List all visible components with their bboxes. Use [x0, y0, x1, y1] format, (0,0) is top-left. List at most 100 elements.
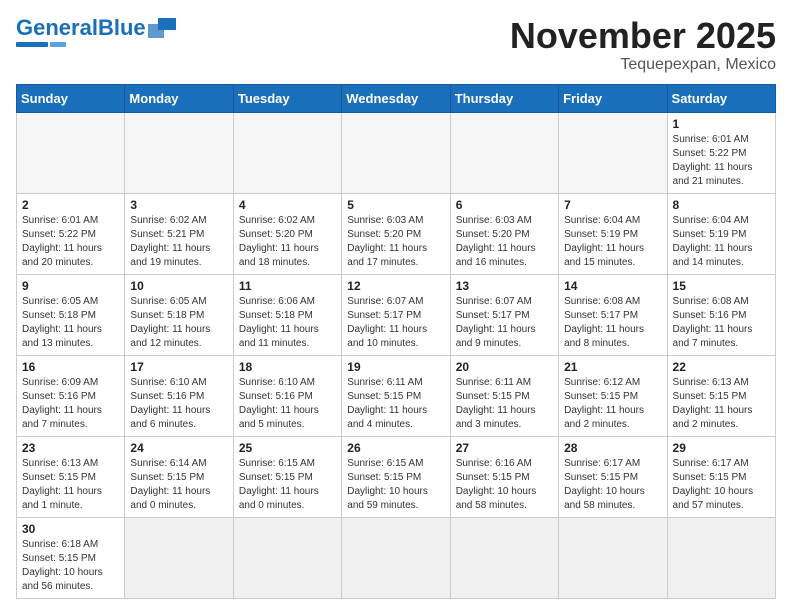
day-info: Sunrise: 6:12 AM Sunset: 5:15 PM Dayligh…	[564, 376, 661, 432]
day-number: 17	[130, 360, 227, 374]
location: Tequepexpan, Mexico	[510, 56, 776, 74]
calendar-cell	[559, 517, 667, 598]
day-info: Sunrise: 6:04 AM Sunset: 5:19 PM Dayligh…	[673, 214, 770, 270]
day-info: Sunrise: 6:15 AM Sunset: 5:15 PM Dayligh…	[239, 457, 336, 513]
calendar-cell: 5Sunrise: 6:03 AM Sunset: 5:20 PM Daylig…	[342, 193, 450, 274]
calendar-cell	[233, 112, 341, 193]
calendar-cell: 1 Sunrise: 6:01 AM Sunset: 5:22 PM Daylig…	[667, 112, 775, 193]
calendar-cell: 18Sunrise: 6:10 AM Sunset: 5:16 PM Dayli…	[233, 355, 341, 436]
day-info: Sunrise: 6:01 AM Sunset: 5:22 PM Dayligh…	[673, 133, 770, 189]
day-number: 3	[130, 198, 227, 212]
day-number: 28	[564, 441, 661, 455]
day-info: Sunrise: 6:17 AM Sunset: 5:15 PM Dayligh…	[673, 457, 770, 513]
day-info: Sunrise: 6:07 AM Sunset: 5:17 PM Dayligh…	[347, 295, 444, 351]
calendar-cell	[17, 112, 125, 193]
calendar-cell: 10 Sunrise: 6:05 AM Sunset: 5:18 PM Dayli…	[125, 274, 233, 355]
calendar-cell	[559, 112, 667, 193]
day-info: Sunrise: 6:02 AM Sunset: 5:21 PM Dayligh…	[130, 214, 227, 270]
calendar-cell: 23 Sunrise: 6:13 AM Sunset: 5:15 PM Dayli…	[17, 436, 125, 517]
day-info: Sunrise: 6:10 AM Sunset: 5:16 PM Dayligh…	[239, 376, 336, 432]
calendar-cell: 27Sunrise: 6:16 AM Sunset: 5:15 PM Dayli…	[450, 436, 558, 517]
day-info: Sunrise: 6:08 AM Sunset: 5:16 PM Dayligh…	[673, 295, 770, 351]
day-info: Sunrise: 6:01 AM Sunset: 5:22 PM Dayligh…	[22, 214, 119, 270]
day-info: Sunrise: 6:07 AM Sunset: 5:17 PM Dayligh…	[456, 295, 553, 351]
day-number: 1	[673, 117, 770, 131]
day-info: Sunrise: 6:11 AM Sunset: 5:15 PM Dayligh…	[456, 376, 553, 432]
calendar-week-row: 30 Sunrise: 6:18 AM Sunset: 5:15 PM Dayli…	[17, 517, 776, 598]
calendar-week-row: 9 Sunrise: 6:05 AM Sunset: 5:18 PM Daylig…	[17, 274, 776, 355]
day-of-week-header: Monday	[125, 84, 233, 112]
day-number: 15	[673, 279, 770, 293]
day-of-week-header: Sunday	[17, 84, 125, 112]
day-number: 6	[456, 198, 553, 212]
calendar-cell: 30 Sunrise: 6:18 AM Sunset: 5:15 PM Dayli…	[17, 517, 125, 598]
day-info: Sunrise: 6:11 AM Sunset: 5:15 PM Dayligh…	[347, 376, 444, 432]
day-number: 13	[456, 279, 553, 293]
day-info: Sunrise: 6:05 AM Sunset: 5:18 PM Dayligh…	[22, 295, 119, 351]
day-number: 9	[22, 279, 119, 293]
day-info: Sunrise: 6:15 AM Sunset: 5:15 PM Dayligh…	[347, 457, 444, 513]
day-info: Sunrise: 6:18 AM Sunset: 5:15 PM Dayligh…	[22, 538, 119, 594]
calendar-cell	[233, 517, 341, 598]
calendar-week-row: 1 Sunrise: 6:01 AM Sunset: 5:22 PM Daylig…	[17, 112, 776, 193]
day-info: Sunrise: 6:13 AM Sunset: 5:15 PM Dayligh…	[22, 457, 119, 513]
calendar-cell	[450, 517, 558, 598]
day-of-week-header: Wednesday	[342, 84, 450, 112]
day-of-week-header: Friday	[559, 84, 667, 112]
calendar-cell: 9 Sunrise: 6:05 AM Sunset: 5:18 PM Daylig…	[17, 274, 125, 355]
day-number: 27	[456, 441, 553, 455]
calendar-cell: 26 Sunrise: 6:15 AM Sunset: 5:15 PM Dayli…	[342, 436, 450, 517]
day-number: 23	[22, 441, 119, 455]
day-number: 16	[22, 360, 119, 374]
day-number: 30	[22, 522, 119, 536]
calendar-cell: 7 Sunrise: 6:04 AM Sunset: 5:19 PM Daylig…	[559, 193, 667, 274]
calendar-cell: 16Sunrise: 6:09 AM Sunset: 5:16 PM Dayli…	[17, 355, 125, 436]
logo: GeneralBlue	[16, 16, 176, 47]
day-number: 25	[239, 441, 336, 455]
calendar-cell: 13 Sunrise: 6:07 AM Sunset: 5:17 PM Dayli…	[450, 274, 558, 355]
calendar-cell: 25 Sunrise: 6:15 AM Sunset: 5:15 PM Dayli…	[233, 436, 341, 517]
calendar-cell: 29 Sunrise: 6:17 AM Sunset: 5:15 PM Dayli…	[667, 436, 775, 517]
calendar-cell	[125, 112, 233, 193]
day-info: Sunrise: 6:03 AM Sunset: 5:20 PM Dayligh…	[347, 214, 444, 270]
calendar-cell: 2Sunrise: 6:01 AM Sunset: 5:22 PM Daylig…	[17, 193, 125, 274]
day-number: 22	[673, 360, 770, 374]
day-number: 7	[564, 198, 661, 212]
day-info: Sunrise: 6:10 AM Sunset: 5:16 PM Dayligh…	[130, 376, 227, 432]
calendar-cell: 4Sunrise: 6:02 AM Sunset: 5:20 PM Daylig…	[233, 193, 341, 274]
day-number: 19	[347, 360, 444, 374]
day-number: 29	[673, 441, 770, 455]
calendar-cell	[125, 517, 233, 598]
day-info: Sunrise: 6:14 AM Sunset: 5:15 PM Dayligh…	[130, 457, 227, 513]
day-of-week-header: Thursday	[450, 84, 558, 112]
day-number: 14	[564, 279, 661, 293]
calendar-cell: 17 Sunrise: 6:10 AM Sunset: 5:16 PM Dayli…	[125, 355, 233, 436]
day-number: 20	[456, 360, 553, 374]
day-info: Sunrise: 6:03 AM Sunset: 5:20 PM Dayligh…	[456, 214, 553, 270]
day-number: 10	[130, 279, 227, 293]
day-info: Sunrise: 6:05 AM Sunset: 5:18 PM Dayligh…	[130, 295, 227, 351]
calendar-cell: 28Sunrise: 6:17 AM Sunset: 5:15 PM Dayli…	[559, 436, 667, 517]
calendar-cell	[450, 112, 558, 193]
day-number: 11	[239, 279, 336, 293]
calendar-cell: 21Sunrise: 6:12 AM Sunset: 5:15 PM Dayli…	[559, 355, 667, 436]
logo-blue-text: Blue	[98, 15, 146, 40]
calendar-cell: 8 Sunrise: 6:04 AM Sunset: 5:19 PM Daylig…	[667, 193, 775, 274]
day-number: 8	[673, 198, 770, 212]
day-number: 4	[239, 198, 336, 212]
calendar-cell: 20 Sunrise: 6:11 AM Sunset: 5:15 PM Dayli…	[450, 355, 558, 436]
calendar-cell: 15 Sunrise: 6:08 AM Sunset: 5:16 PM Dayli…	[667, 274, 775, 355]
day-number: 12	[347, 279, 444, 293]
calendar-week-row: 23 Sunrise: 6:13 AM Sunset: 5:15 PM Dayli…	[17, 436, 776, 517]
calendar-cell: 6 Sunrise: 6:03 AM Sunset: 5:20 PM Daylig…	[450, 193, 558, 274]
calendar-table: SundayMondayTuesdayWednesdayThursdayFrid…	[16, 84, 776, 599]
calendar-cell: 19 Sunrise: 6:11 AM Sunset: 5:15 PM Dayli…	[342, 355, 450, 436]
calendar-cell: 14Sunrise: 6:08 AM Sunset: 5:17 PM Dayli…	[559, 274, 667, 355]
logo-icon	[148, 16, 176, 40]
day-number: 24	[130, 441, 227, 455]
day-info: Sunrise: 6:04 AM Sunset: 5:19 PM Dayligh…	[564, 214, 661, 270]
day-of-week-header: Tuesday	[233, 84, 341, 112]
calendar-cell: 22Sunrise: 6:13 AM Sunset: 5:15 PM Dayli…	[667, 355, 775, 436]
calendar-cell	[342, 112, 450, 193]
day-number: 26	[347, 441, 444, 455]
